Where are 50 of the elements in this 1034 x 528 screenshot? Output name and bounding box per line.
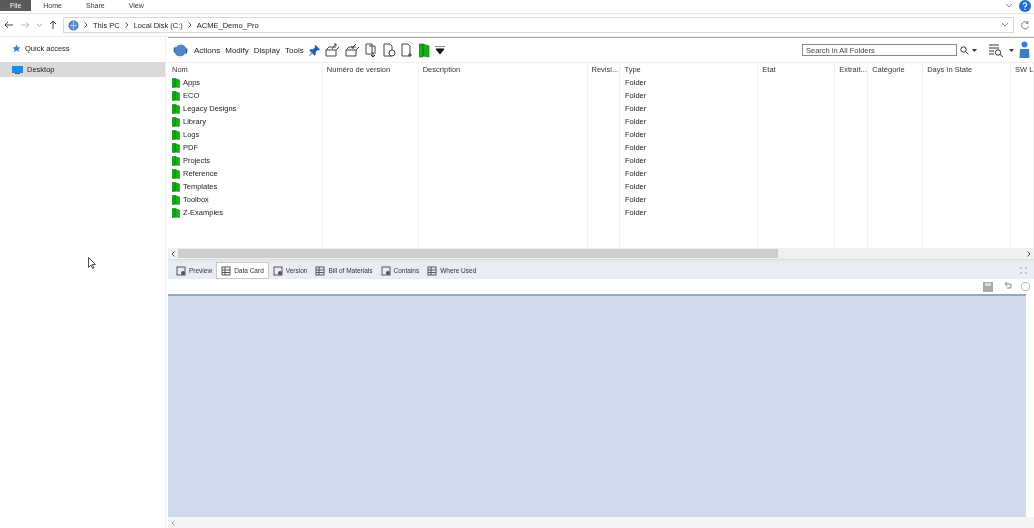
folder-icon — [172, 181, 180, 192]
up-icon[interactable] — [49, 20, 57, 30]
chevron-right-icon — [84, 22, 88, 28]
folder-icon — [172, 129, 180, 140]
star-icon — [12, 44, 21, 53]
folder-icon — [172, 116, 180, 127]
tray-arrow-icon[interactable] — [344, 43, 360, 57]
dropdown-triangle-icon[interactable] — [434, 46, 445, 54]
grid-icon — [221, 265, 232, 276]
chevron-icon[interactable] — [1005, 2, 1013, 9]
document-clock-icon[interactable] — [382, 42, 396, 58]
grid-icon — [427, 265, 438, 276]
folder-icon — [172, 90, 180, 101]
horizontal-scrollbar[interactable] — [168, 248, 1034, 259]
chevron-right-icon — [124, 22, 129, 28]
scroll-left-icon[interactable] — [171, 250, 175, 257]
monitor-icon — [12, 65, 23, 74]
horizontal-scrollbar[interactable] — [168, 517, 1034, 528]
pin-icon[interactable] — [308, 44, 320, 56]
list-search-icon[interactable] — [988, 43, 1004, 57]
document-icon — [176, 265, 186, 276]
folder-icon — [172, 168, 180, 179]
dropdown-triangle-icon[interactable] — [1009, 48, 1014, 52]
folder-icon — [172, 103, 180, 114]
folder-icon[interactable] — [418, 42, 430, 58]
document-arrow-icon[interactable] — [400, 42, 414, 58]
tray-arrow-icon[interactable] — [324, 43, 340, 57]
document-icon — [380, 265, 391, 276]
user-icon[interactable] — [1019, 41, 1030, 59]
refresh-icon[interactable] — [1020, 20, 1030, 30]
document-icon — [272, 265, 283, 276]
folder-icon — [172, 155, 180, 166]
toolbar-menu[interactable]: Display — [253, 45, 281, 55]
dropdown-triangle-icon[interactable] — [972, 48, 977, 52]
folder-icon — [172, 77, 180, 88]
search-icon[interactable] — [960, 45, 969, 55]
toolbar-menu[interactable]: Modify — [225, 45, 249, 55]
toolbar-menu[interactable]: Actions — [194, 45, 221, 55]
mouse-cursor-icon — [88, 257, 96, 269]
chevron-icon[interactable] — [1001, 22, 1009, 28]
globe-icon — [68, 19, 79, 31]
document-down-icon[interactable] — [364, 42, 378, 58]
toolbar-menu[interactable]: Tools — [285, 45, 304, 55]
folder-icon — [172, 194, 180, 205]
folder-icon — [172, 142, 180, 153]
back-icon[interactable] — [4, 21, 14, 29]
grid-icon — [315, 265, 326, 276]
chevron-right-icon — [187, 22, 192, 28]
scroll-right-icon[interactable] — [1027, 250, 1031, 257]
folder-icon — [172, 207, 180, 218]
